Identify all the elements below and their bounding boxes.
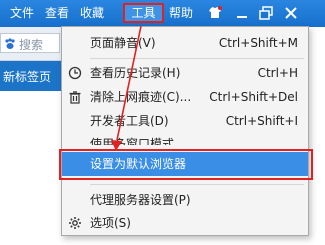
menu-view[interactable]: 查看: [40, 3, 74, 23]
minimize-icon[interactable]: [233, 4, 251, 22]
restore-icon[interactable]: [257, 4, 275, 22]
menu-item-label: 选项(S): [90, 216, 131, 230]
menu-tools[interactable]: 工具: [123, 3, 164, 23]
menu-item-label: 清除上网痕迹(C)...: [90, 90, 192, 104]
search-placeholder: 搜索: [19, 38, 44, 52]
trash-icon: [68, 90, 82, 104]
menu-item-set-default-browser[interactable]: 设置为默认浏览器: [59, 149, 313, 180]
menu-item-label: 使用多窗口模式: [90, 137, 175, 145]
search-engine-icon[interactable]: [3, 37, 17, 51]
tools-dropdown-menu: 页面静音(V) Ctrl+Shift+M 查看历史记录(H) Ctrl+H 清除…: [59, 26, 313, 236]
menu-item-clear-traces[interactable]: 清除上网痕迹(C)... Ctrl+Shift+Del: [62, 85, 308, 109]
menu-bar: 文件 查看 收藏 工具 帮助: [0, 0, 325, 27]
menu-item-label: 查看历史记录(H): [90, 66, 181, 80]
close-icon[interactable]: [282, 4, 300, 22]
menu-item-shortcut: Ctrl+H: [257, 66, 298, 80]
address-bar-area: 搜索: [0, 27, 65, 61]
menu-item-label: 设置为默认浏览器: [90, 157, 187, 171]
menu-help[interactable]: 帮助: [164, 3, 198, 23]
menu-separator: [90, 58, 304, 59]
menu-item-shortcut: Ctrl+Shift+M: [218, 36, 298, 50]
menu-item-label: 开发者工具(D): [90, 114, 169, 128]
menu-item-options[interactable]: 选项(S): [62, 211, 308, 235]
tab-bar: 新标签页: [0, 61, 65, 91]
menu-item-history[interactable]: 查看历史记录(H) Ctrl+H: [62, 61, 308, 85]
menu-item-shortcut: Ctrl+Shift+I: [225, 114, 298, 128]
skin-shirt-icon[interactable]: [206, 4, 224, 22]
menu-item-mute-page[interactable]: 页面静音(V) Ctrl+Shift+M: [62, 31, 308, 55]
menu-item-shortcut: Ctrl+Shift+Del: [209, 90, 298, 104]
menu-item-label: 页面静音(V): [90, 36, 156, 50]
menu-item-multi-window-mode[interactable]: 使用多窗口模式: [62, 133, 308, 145]
menu-item-developer-tools[interactable]: 开发者工具(D) Ctrl+Shift+I: [62, 109, 308, 133]
menu-favorites[interactable]: 收藏: [75, 3, 109, 23]
gear-icon: [68, 216, 82, 230]
menu-separator: [90, 184, 304, 185]
search-input[interactable]: 搜索: [0, 33, 60, 53]
tab-new-tab[interactable]: 新标签页: [3, 68, 51, 85]
menu-item-proxy-settings[interactable]: 代理服务器设置(P): [62, 188, 308, 212]
menu-file[interactable]: 文件: [5, 3, 39, 23]
page-content: [0, 91, 65, 245]
menu-item-label: 代理服务器设置(P): [90, 193, 191, 207]
clock-icon: [68, 66, 82, 80]
